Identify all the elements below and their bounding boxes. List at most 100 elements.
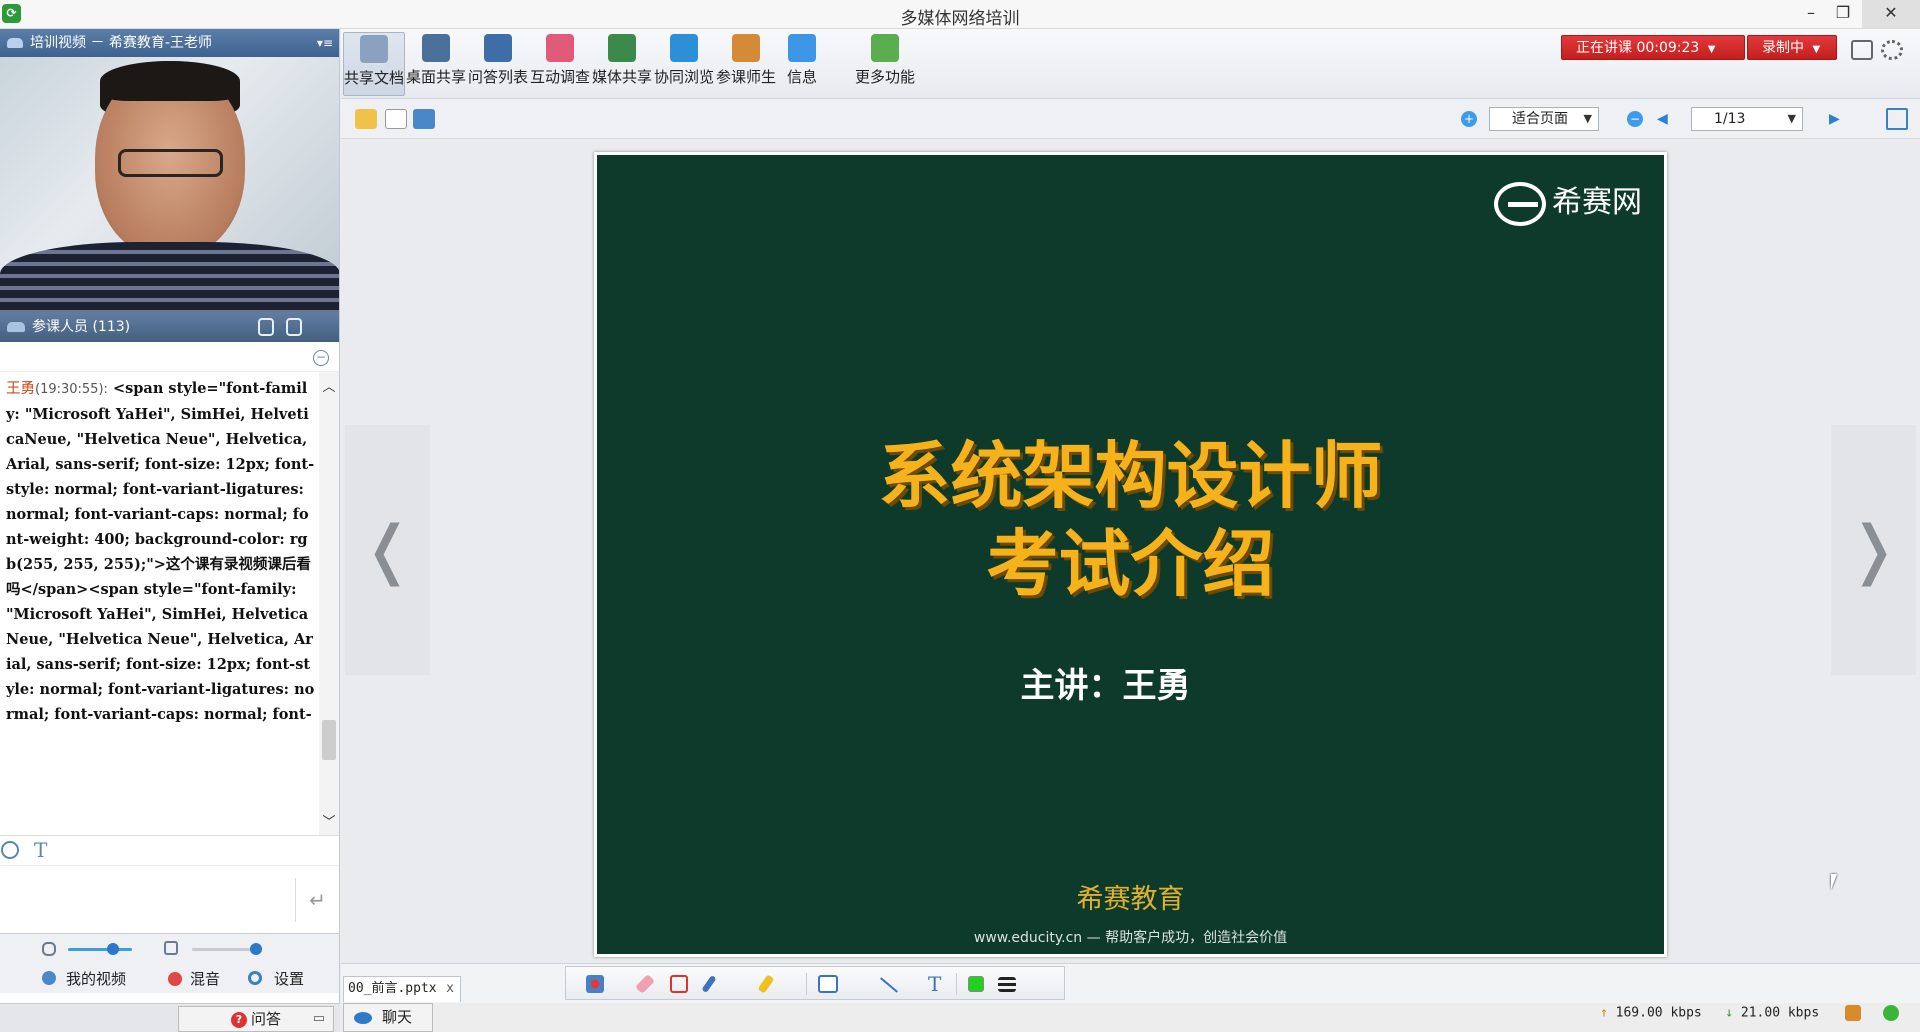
tab-qa[interactable]: ? 问答 ▭ <box>178 1006 334 1032</box>
prev-slide-button[interactable]: ❬ <box>345 425 430 675</box>
zoom-mode-value: 适合页面 <box>1512 111 1568 127</box>
scroll-up-button[interactable]: ︿ <box>319 376 339 396</box>
qa-list-icon <box>484 34 512 62</box>
scroll-thumb[interactable] <box>322 720 336 760</box>
prev-page-button[interactable]: ◀ <box>1657 111 1668 127</box>
toolbar-button-browser[interactable]: 协同浏览 <box>653 32 715 96</box>
separator <box>806 973 807 995</box>
text-tool-icon[interactable]: T <box>928 974 946 994</box>
chat-sender: 王勇 <box>6 381 35 397</box>
toolbar-button-more-apps[interactable]: 更多功能 <box>845 32 925 96</box>
media-share-icon <box>608 34 636 62</box>
gear-icon[interactable] <box>248 971 262 985</box>
left-bottom-tabs: ? 问答 ▭ <box>0 1003 340 1032</box>
color-picker-icon[interactable] <box>968 976 984 992</box>
line-tool-icon[interactable] <box>879 977 899 993</box>
live-status-button[interactable]: 正在讲课 00:09:23 ▼ <box>1561 35 1745 60</box>
toolbar-button-info[interactable]: 信息 <box>777 32 827 96</box>
toolbar-button-label: 媒体共享 <box>591 68 652 86</box>
member-tool-icon[interactable] <box>286 318 302 336</box>
left-panel: 培训视频 － 希赛教育-王老师 ▾≡ 参课人员 (113) − 王勇(19:30… <box>0 29 340 1032</box>
close-tab-icon[interactable]: x <box>446 977 454 1001</box>
separator <box>956 973 957 995</box>
hand-tool-icon[interactable] <box>258 318 274 336</box>
next-slide-button[interactable]: ❭ <box>1831 425 1916 675</box>
info-icon <box>788 34 816 62</box>
next-page-button[interactable]: ▶ <box>1829 111 1840 127</box>
upload-rate: 169.00 kbps <box>1615 1005 1702 1021</box>
open-folder-icon[interactable] <box>355 109 377 129</box>
people-icon <box>732 34 760 62</box>
pointer-tool-icon[interactable] <box>586 975 604 993</box>
toolbar-button-label: 更多功能 <box>854 68 915 86</box>
chat-input[interactable]: ↵ <box>0 865 339 933</box>
survey-chart-icon <box>546 34 574 62</box>
zoom-in-icon[interactable]: + <box>1461 111 1477 127</box>
mic-volume-slider[interactable] <box>68 943 132 955</box>
collapse-icon[interactable]: − <box>313 350 329 366</box>
zoom-out-icon[interactable]: − <box>1627 111 1643 127</box>
chevron-down-icon: ▼ <box>1707 44 1716 55</box>
participants-bar[interactable]: 参课人员 (113) <box>0 312 339 342</box>
my-video-icon[interactable] <box>42 971 56 985</box>
zoom-mode-select[interactable]: 适合页面 ▼ <box>1489 107 1599 131</box>
toolbar-button-survey-chart[interactable]: 互动调查 <box>529 32 591 96</box>
toolbar-button-label: 桌面共享 <box>405 68 466 86</box>
speaker-icon[interactable] <box>164 941 178 955</box>
mix-audio-label[interactable]: 混音 <box>190 968 220 989</box>
mix-audio-icon[interactable] <box>168 972 182 986</box>
minimize-panel-icon[interactable]: ▭ <box>313 1007 325 1031</box>
document-tab[interactable]: 00_前言.pptx x <box>343 976 461 1002</box>
toolbar-button-qa-list[interactable]: 问答列表 <box>467 32 529 96</box>
chat-scrollbar[interactable]: ︿ ﹀ <box>319 372 339 835</box>
video-panel-menu-button[interactable]: ▾≡ <box>317 29 333 57</box>
toolbar-button-people[interactable]: 参课师生 <box>715 32 777 96</box>
line-width-icon[interactable] <box>998 977 1016 992</box>
recording-button[interactable]: 录制中 ▼ <box>1747 35 1837 60</box>
toolbar-button-media-share[interactable]: 媒体共享 <box>591 32 653 96</box>
chevron-down-icon: ▼ <box>1812 44 1821 55</box>
rectangle-tool-icon[interactable] <box>818 975 838 993</box>
speaker-volume-knob[interactable] <box>250 943 262 955</box>
screenshot-icon[interactable] <box>413 109 435 129</box>
chat-input-tools: T <box>0 835 339 865</box>
chevron-down-icon: ▼ <box>1583 112 1592 125</box>
toolbar-button-label: 共享文档 <box>344 69 405 87</box>
layout-grid-icon[interactable] <box>1851 40 1873 60</box>
slide-footer: www.educity.cn — 帮助客户成功，创造社会价值 <box>973 930 1288 946</box>
settings-label[interactable]: 设置 <box>274 968 304 989</box>
video-panel-header: 培训视频 － 希赛教育-王老师 ▾≡ <box>0 29 339 57</box>
toolbar-button-desktop-share[interactable]: 桌面共享 <box>405 32 467 96</box>
gear-icon[interactable] <box>1881 40 1903 60</box>
download-arrow-icon: ↓ <box>1725 1005 1734 1021</box>
toolbar-button-document[interactable]: 共享文档 <box>343 32 405 96</box>
page-value: 1/13 <box>1714 111 1746 127</box>
highlighter-icon[interactable] <box>757 974 775 994</box>
chat-text: <span style="font-family: "Microsoft YaH… <box>6 380 315 723</box>
tab-chat-label: 聊天 <box>382 1008 413 1026</box>
clear-icon[interactable] <box>670 975 688 993</box>
more-apps-icon <box>871 34 899 62</box>
my-video-label[interactable]: 我的视频 <box>66 968 126 989</box>
video-glasses <box>118 149 223 177</box>
page-select[interactable]: 1/13 ▼ <box>1691 107 1803 131</box>
tab-chat[interactable]: 聊天 <box>343 1003 433 1032</box>
recording-text: 录制中 <box>1762 40 1804 56</box>
live-status-text: 正在讲课 00:09:23 <box>1576 40 1700 56</box>
participants-label: 参课人员 (113) <box>32 319 131 335</box>
fullscreen-icon[interactable] <box>1886 108 1908 130</box>
restore-button[interactable]: ❐ <box>1820 0 1866 28</box>
scroll-down-button[interactable]: ﹀ <box>319 811 339 831</box>
eraser-icon[interactable] <box>635 974 655 994</box>
emoji-icon[interactable] <box>1 841 19 859</box>
new-document-icon[interactable] <box>385 109 407 129</box>
pen-icon[interactable] <box>701 974 717 994</box>
text-format-icon[interactable]: T <box>34 838 47 862</box>
microphone-icon[interactable] <box>42 942 56 956</box>
mic-volume-knob[interactable] <box>106 943 119 955</box>
close-button[interactable]: ✕ <box>1862 0 1920 28</box>
speaker-volume-slider[interactable] <box>192 943 262 955</box>
user-status-icon[interactable] <box>1845 1005 1861 1021</box>
slide-speaker: 主讲：王勇 <box>1020 666 1191 706</box>
send-icon[interactable]: ↵ <box>295 878 339 922</box>
